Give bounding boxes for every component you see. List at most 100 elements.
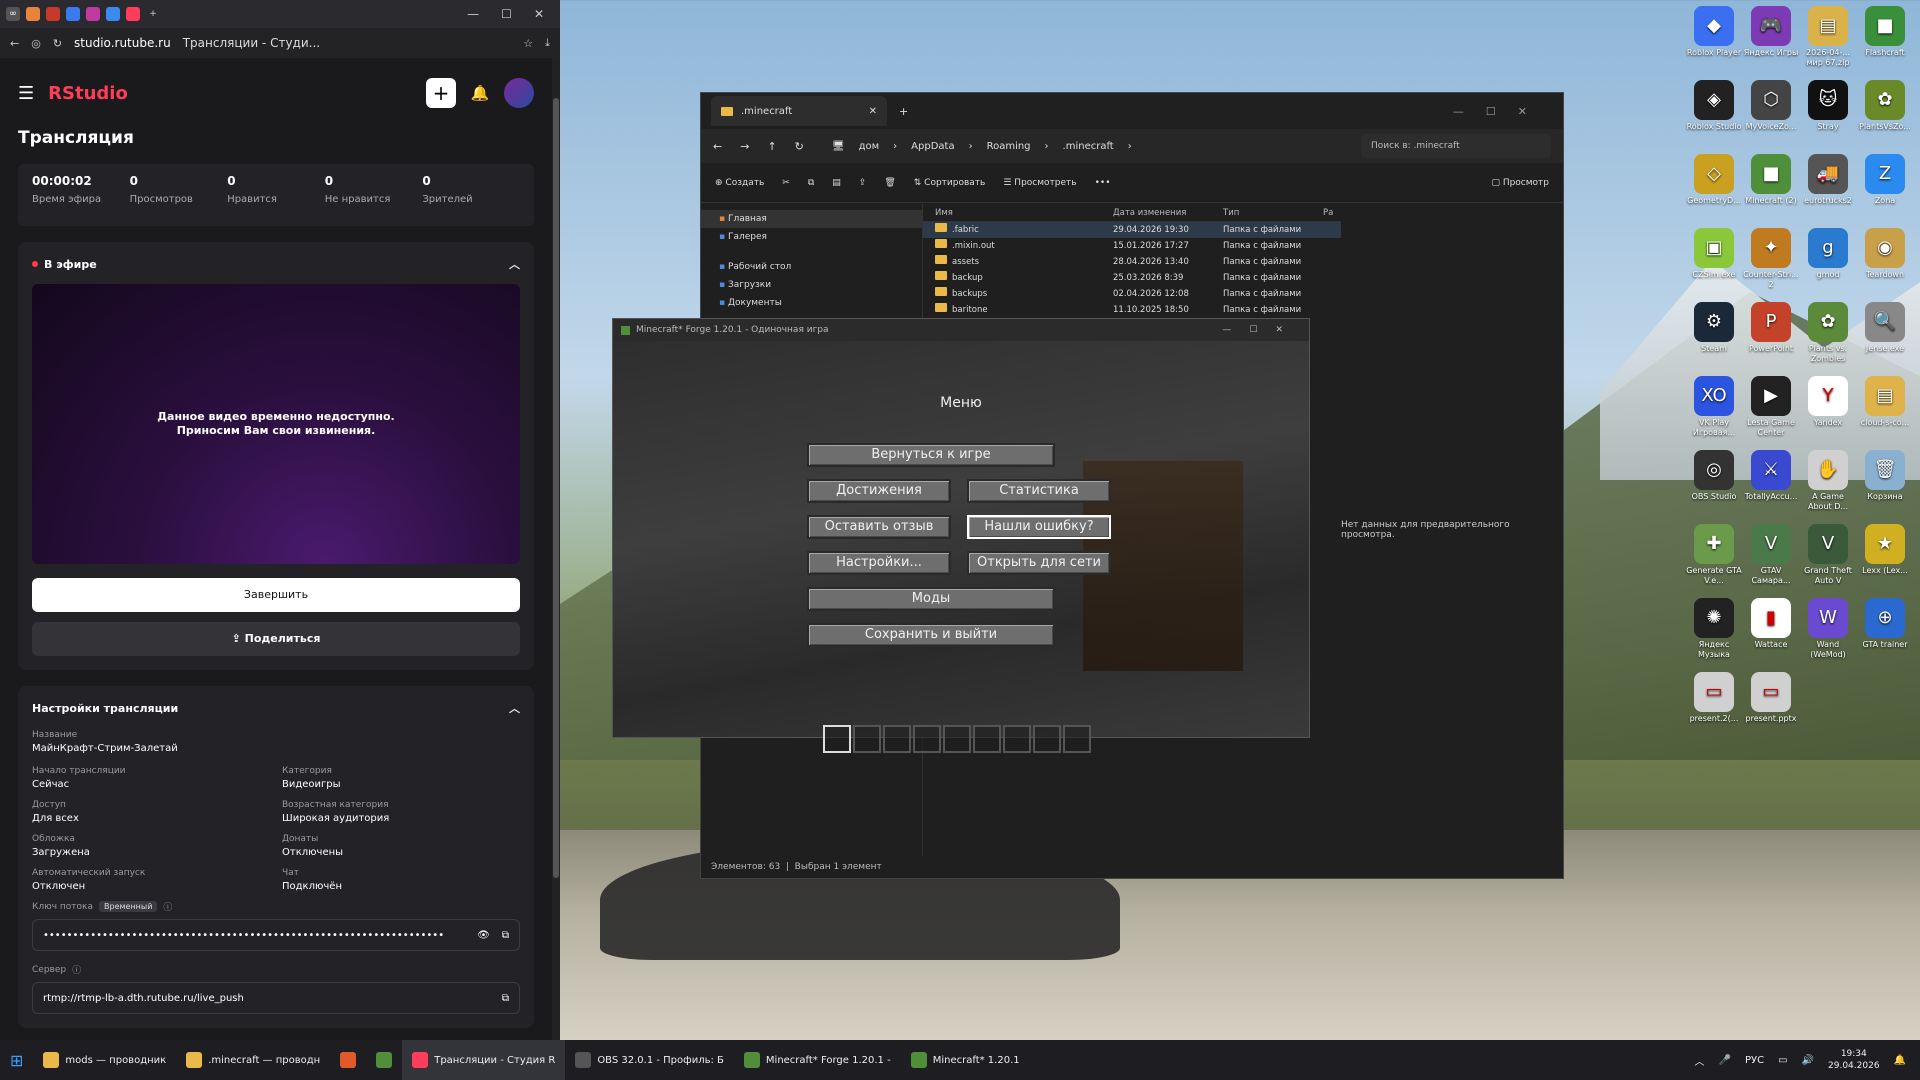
taskbar-item[interactable] [330,1040,366,1080]
desktop-icon[interactable]: ■ Flashcraft [1857,6,1913,58]
search-input[interactable]: Поиск в: .minecraft [1361,134,1551,158]
desktop-icon[interactable]: ✿ Plants vs. Zombies [1800,302,1856,364]
column-header[interactable]: Имя [923,204,1113,221]
taskbar-item[interactable]: Трансляции - Студия R [402,1040,566,1080]
network-icon[interactable]: ▭ [1778,1055,1787,1066]
avatar[interactable] [504,78,534,108]
file-row[interactable]: .fabric 29.04.2026 19:30 Папка с файлами [923,222,1341,238]
bell-icon[interactable]: 🔔 [470,84,490,102]
desktop-icon[interactable]: ◉ Teardown [1857,228,1913,280]
tab-icon[interactable] [46,7,60,21]
forward-icon[interactable]: → [740,140,749,153]
clock[interactable]: 19:34 29.04.2026 [1828,1048,1880,1072]
desktop-icon[interactable]: g gmod [1800,228,1856,280]
taskbar-item[interactable]: .minecraft — проводн [176,1040,330,1080]
minimize-icon[interactable]: — [467,7,479,21]
report-bugs-button[interactable]: Нашли ошибку? [967,515,1111,539]
desktop-icon[interactable]: V GTAV Самара... [1743,524,1799,586]
add-button[interactable]: + [426,78,456,108]
download-icon[interactable]: ⤓ [545,36,550,50]
desktop-icon[interactable]: ⚔ TotallyAccu... [1743,450,1799,502]
start-button[interactable]: ⊞ [0,1040,33,1080]
desktop-icon[interactable]: ▶ Lesta Game Center [1743,376,1799,438]
tab-icon[interactable] [86,7,100,21]
breadcrumb-item[interactable]: дом [859,141,880,152]
desktop-icon[interactable]: 🚚 eurotrucks2 [1800,154,1856,206]
end-stream-button[interactable]: Завершить [32,578,520,612]
back-to-game-button[interactable]: Вернуться к игре [807,443,1055,467]
back-icon[interactable]: ← [10,37,19,50]
back-icon[interactable]: ← [713,140,722,153]
shield-icon[interactable]: ◎ [31,37,41,50]
column-header[interactable]: Тип [1223,204,1323,221]
desktop-icon[interactable]: Y Yandex [1800,376,1856,428]
desktop-icon[interactable]: ▭ present.pptx [1743,672,1799,724]
desktop-icon[interactable]: ▤ cloud-s-co... [1857,376,1913,428]
server-field[interactable]: rtmp://rtmp-lb-a.dth.rutube.ru/live_push… [32,982,520,1014]
desktop-icon[interactable]: XO VK Play Игровая... [1686,376,1742,438]
bookmark-icon[interactable]: ☆ [523,37,533,50]
file-row[interactable]: backups 02.04.2026 12:08 Папка с файлами [923,286,1341,302]
computer-icon[interactable]: 🖥 [832,141,845,152]
desktop-icon[interactable]: Z Zona [1857,154,1913,206]
desktop-icon[interactable]: ⊕ GTA trainer [1857,598,1913,650]
save-and-quit-button[interactable]: Сохранить и выйти [807,623,1055,647]
desktop-icon[interactable]: ✦ Counter-Stri... 2 [1743,228,1799,290]
volume-icon[interactable]: 🔊 [1802,1055,1814,1066]
browser-menu-icon[interactable]: ∞ [6,7,20,21]
close-icon[interactable]: ✕ [869,106,877,117]
desktop-icon[interactable]: 🎮 Яндекс Игры [1743,6,1799,58]
hamburger-icon[interactable]: ☰ [18,83,34,104]
file-row[interactable]: backup 25.03.2026 8:39 Папка с файлами [923,270,1341,286]
advancements-button[interactable]: Достижения [807,479,951,503]
notification-icon[interactable]: 🔔 [1894,1055,1906,1066]
url-text[interactable]: studio.rutube.ru [74,36,171,50]
nav-item[interactable]: ▪ Документы [701,294,922,312]
tab-icon[interactable] [26,7,40,21]
explorer-tab[interactable]: .minecraft ✕ [711,96,887,126]
language-indicator[interactable]: РУС [1745,1055,1764,1066]
options-button[interactable]: Настройки... [807,551,951,575]
desktop-icon[interactable]: V Grand Theft Auto V [1800,524,1856,586]
desktop-icon[interactable]: ▤ 2026-04-... мир 67.zip [1800,6,1856,68]
chevron-up-icon[interactable]: ︿ [509,700,520,716]
column-header[interactable]: Ра [1323,204,1333,221]
copy-icon[interactable]: ⧉ [502,993,509,1004]
taskbar-item[interactable]: OBS 32.0.1 - Профиль: Б [565,1040,734,1080]
window-controls[interactable]: —☐✕ [1453,105,1563,118]
view-button[interactable]: ☰ Просмотреть [1003,178,1076,188]
desktop-icon[interactable]: ▭ present.2(... [1686,672,1742,724]
new-tab-icon[interactable]: + [899,105,908,118]
nav-item[interactable]: ▪ Галерея [701,228,922,246]
desktop-icon[interactable]: ✚ Generate GTA V.e... [1686,524,1742,586]
nav-item[interactable]: ▪ Рабочий стол [701,258,922,276]
eye-icon[interactable]: 👁 [477,930,490,941]
preview-button[interactable]: ▢ Просмотр [1491,178,1549,188]
taskbar-item[interactable] [366,1040,402,1080]
file-row[interactable]: .mixin.out 15.01.2026 17:27 Папка с файлам… [923,238,1341,254]
tab-icon[interactable] [106,7,120,21]
cut-icon[interactable]: ✂ [782,178,790,188]
stream-key-field[interactable]: ••••••••••••••••••••••••••••••••••••••••… [32,919,520,951]
nav-item[interactable]: ▪ Загрузки [701,276,922,294]
file-row[interactable]: baritone 11.10.2025 18:50 Папка с файлами [923,302,1341,318]
desktop-icon[interactable]: ★ Lexx (Lex... [1857,524,1913,576]
share-button[interactable]: ⇪ Поделиться [32,622,520,656]
window-controls[interactable]: —☐✕ [1222,325,1301,335]
tab-icon-active[interactable] [126,7,140,21]
delete-icon[interactable]: 🗑 [884,178,895,188]
new-tab-icon[interactable]: + [146,7,160,21]
desktop-icon[interactable]: ✋ A Game About D... [1800,450,1856,512]
refresh-icon[interactable]: ↻ [795,140,804,153]
taskbar-item[interactable]: Minecraft* 1.20.1 [901,1040,1030,1080]
mods-button[interactable]: Моды [807,587,1055,611]
desktop-icon[interactable]: ✺ Яндекс Музыка [1686,598,1742,660]
feedback-button[interactable]: Оставить отзыв [807,515,951,539]
breadcrumb-item[interactable]: .minecraft [1063,141,1114,152]
desktop-icon[interactable]: ◇ GeometryD... [1686,154,1742,206]
desktop-icon[interactable]: 🗑 Корзина [1857,450,1913,502]
close-icon[interactable]: ✕ [534,7,544,21]
tab-icon[interactable] [66,7,80,21]
desktop-icon[interactable]: ▮ Wattace [1743,598,1799,650]
breadcrumb-item[interactable]: AppData [911,141,954,152]
